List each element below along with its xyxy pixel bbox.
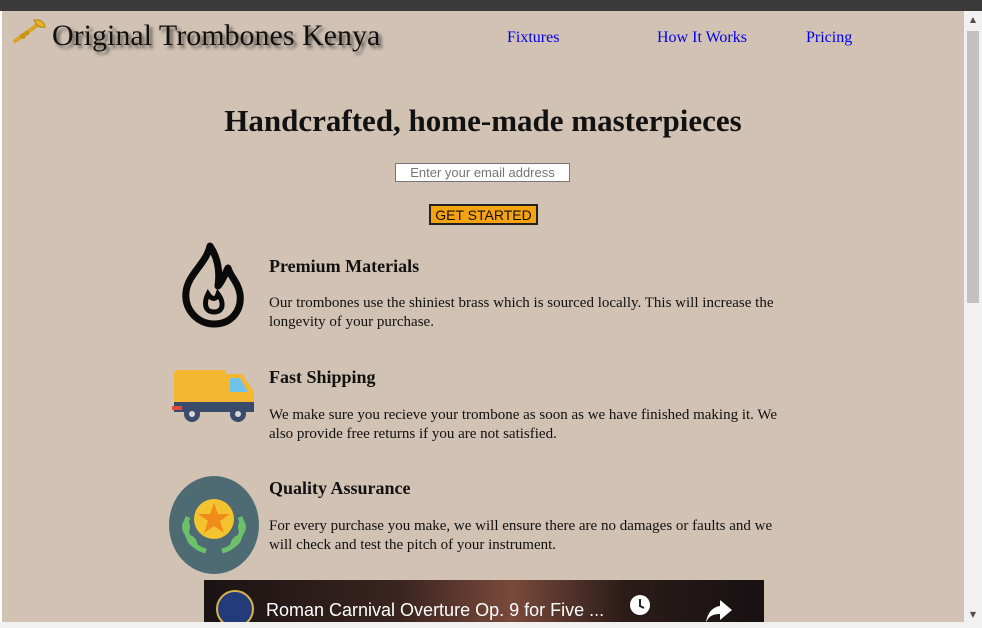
fire-icon bbox=[182, 242, 244, 328]
brand-title: Original Trombones Kenya bbox=[52, 19, 381, 52]
email-input[interactable] bbox=[395, 163, 570, 182]
trumpet-logo-icon bbox=[13, 19, 46, 43]
feature-title: Quality Assurance bbox=[269, 478, 411, 498]
feature-text: For every purchase you make, we will ens… bbox=[269, 518, 773, 553]
feature-title: Premium Materials bbox=[269, 256, 420, 276]
scrollbar-thumb[interactable] bbox=[967, 31, 979, 303]
get-started-button[interactable]: GET STARTED bbox=[429, 204, 538, 225]
feature-title: Fast Shipping bbox=[269, 367, 376, 387]
nav-link-fixtures[interactable]: Fixtures bbox=[507, 29, 559, 47]
award-badge-icon bbox=[169, 476, 259, 574]
scroll-down-arrow-icon[interactable]: ▼ bbox=[964, 606, 982, 622]
nav-link-how-it-works[interactable]: How It Works bbox=[657, 29, 747, 47]
video-title[interactable]: Roman Carnival Overture Op. 9 for Five .… bbox=[266, 600, 604, 621]
hero-title: Handcrafted, home-made masterpieces bbox=[224, 103, 742, 138]
watch-later-clock-icon[interactable] bbox=[629, 594, 651, 616]
nav-link-pricing[interactable]: Pricing bbox=[806, 29, 852, 47]
vertical-scrollbar[interactable]: ▲ ▼ bbox=[964, 11, 982, 622]
channel-avatar[interactable] bbox=[216, 590, 254, 622]
window-bottom-border bbox=[0, 622, 982, 628]
truck-icon bbox=[172, 370, 254, 422]
embedded-video[interactable]: Roman Carnival Overture Op. 9 for Five .… bbox=[204, 580, 764, 622]
scroll-up-arrow-icon[interactable]: ▲ bbox=[964, 11, 982, 27]
browser-top-bar bbox=[0, 0, 982, 11]
feature-text: We make sure you recieve your trombone a… bbox=[269, 407, 777, 442]
feature-text: Our trombones use the shiniest brass whi… bbox=[269, 295, 774, 330]
page: Original Trombones Kenya Fixtures How It… bbox=[2, 11, 964, 622]
share-icon[interactable] bbox=[704, 596, 734, 622]
